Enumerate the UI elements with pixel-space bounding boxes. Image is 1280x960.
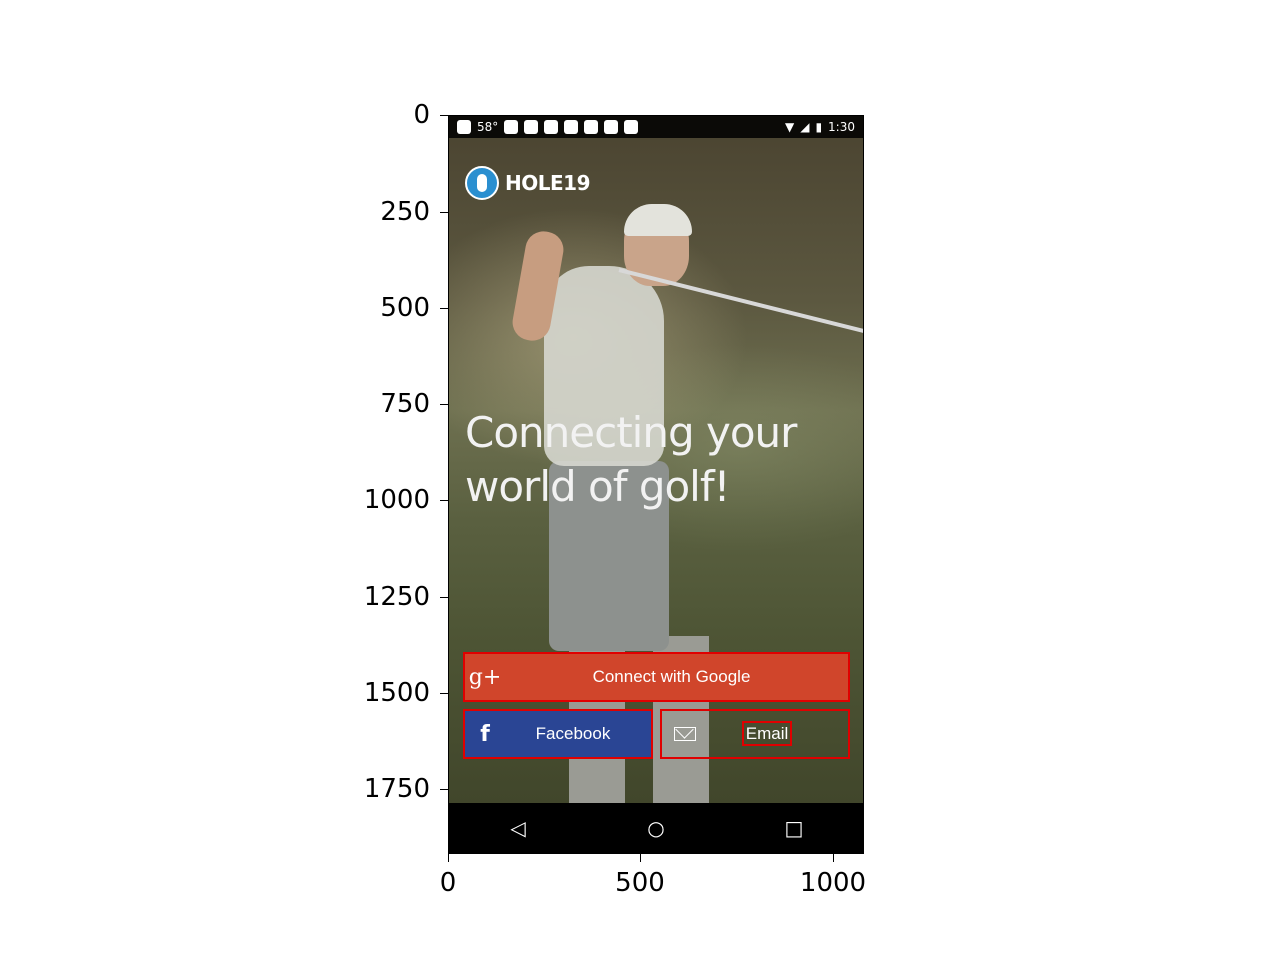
x-tick-mark bbox=[448, 854, 449, 862]
x-tick-label: 1000 bbox=[799, 868, 867, 898]
status-bar: 58° ▼ ◢ ▮ 1:30 bbox=[449, 116, 863, 138]
signal-icon: ◢ bbox=[800, 120, 810, 134]
google-plus-icon: g+ bbox=[468, 664, 502, 690]
email-button[interactable]: Email bbox=[660, 709, 850, 759]
envelope-icon bbox=[674, 727, 696, 741]
app-notification-icon bbox=[624, 120, 639, 134]
app-notification-icon bbox=[544, 120, 559, 134]
email-button-label: Email bbox=[741, 721, 793, 746]
x-tick-label: 500 bbox=[615, 868, 665, 898]
app-logo: HOLE19 bbox=[465, 166, 590, 200]
app-notification-icon bbox=[584, 120, 599, 134]
y-tick-label: 1250 bbox=[363, 582, 430, 612]
y-tick-label: 250 bbox=[380, 197, 430, 227]
y-tick-mark bbox=[440, 597, 448, 598]
back-icon[interactable]: ◁ bbox=[488, 816, 548, 840]
send-icon bbox=[604, 120, 619, 134]
navigation-bar: ◁ ○ □ bbox=[449, 803, 863, 853]
y-tick-label: 1000 bbox=[363, 485, 430, 515]
facebook-icon: f bbox=[480, 721, 490, 747]
y-tick-label: 750 bbox=[380, 389, 430, 419]
headline: Connecting your world of golf! bbox=[465, 406, 845, 514]
clock: 1:30 bbox=[828, 120, 855, 134]
y-tick-mark bbox=[440, 500, 448, 501]
recents-icon[interactable]: □ bbox=[764, 816, 824, 840]
x-tick-mark bbox=[833, 854, 834, 862]
figure: 0 250 500 750 1000 1250 1500 1750 0 500 … bbox=[0, 0, 1280, 960]
logo-text: HOLE19 bbox=[505, 171, 590, 195]
golfer-cap bbox=[624, 204, 692, 236]
y-tick-label: 0 bbox=[413, 100, 430, 130]
x-tick-mark bbox=[640, 854, 641, 862]
location-icon bbox=[564, 120, 579, 134]
golf-logo-icon bbox=[465, 166, 499, 200]
wifi-icon: ▼ bbox=[784, 120, 795, 134]
facebook-button-label: Facebook bbox=[535, 724, 611, 743]
home-icon[interactable]: ○ bbox=[626, 816, 686, 840]
y-tick-mark bbox=[440, 308, 448, 309]
message-icon bbox=[457, 120, 471, 134]
email-button-label-wrap: Email bbox=[696, 721, 848, 746]
y-tick-label: 500 bbox=[380, 293, 430, 323]
y-tick-mark bbox=[440, 115, 448, 116]
battery-icon: ▮ bbox=[815, 120, 823, 134]
y-tick-label: 1500 bbox=[363, 678, 430, 708]
y-tick-mark bbox=[440, 212, 448, 213]
temperature: 58° bbox=[477, 120, 499, 134]
headline-line: Connecting your bbox=[465, 408, 797, 457]
y-tick-mark bbox=[440, 789, 448, 790]
y-tick-label: 1750 bbox=[363, 774, 430, 804]
y-tick-mark bbox=[440, 693, 448, 694]
y-tick-mark bbox=[440, 404, 448, 405]
facebook-button[interactable]: f Facebook bbox=[463, 709, 653, 759]
x-tick-label: 0 bbox=[439, 868, 457, 898]
app-notification-icon bbox=[524, 120, 539, 134]
headline-line: world of golf! bbox=[465, 462, 730, 511]
google-button-label: Connect with Google bbox=[592, 667, 751, 686]
connect-google-button[interactable]: g+ Connect with Google bbox=[463, 652, 850, 702]
phone-screen: 58° ▼ ◢ ▮ 1:30 HOLE19 Connecting your wo… bbox=[449, 116, 863, 853]
app-notification-icon bbox=[504, 120, 519, 134]
